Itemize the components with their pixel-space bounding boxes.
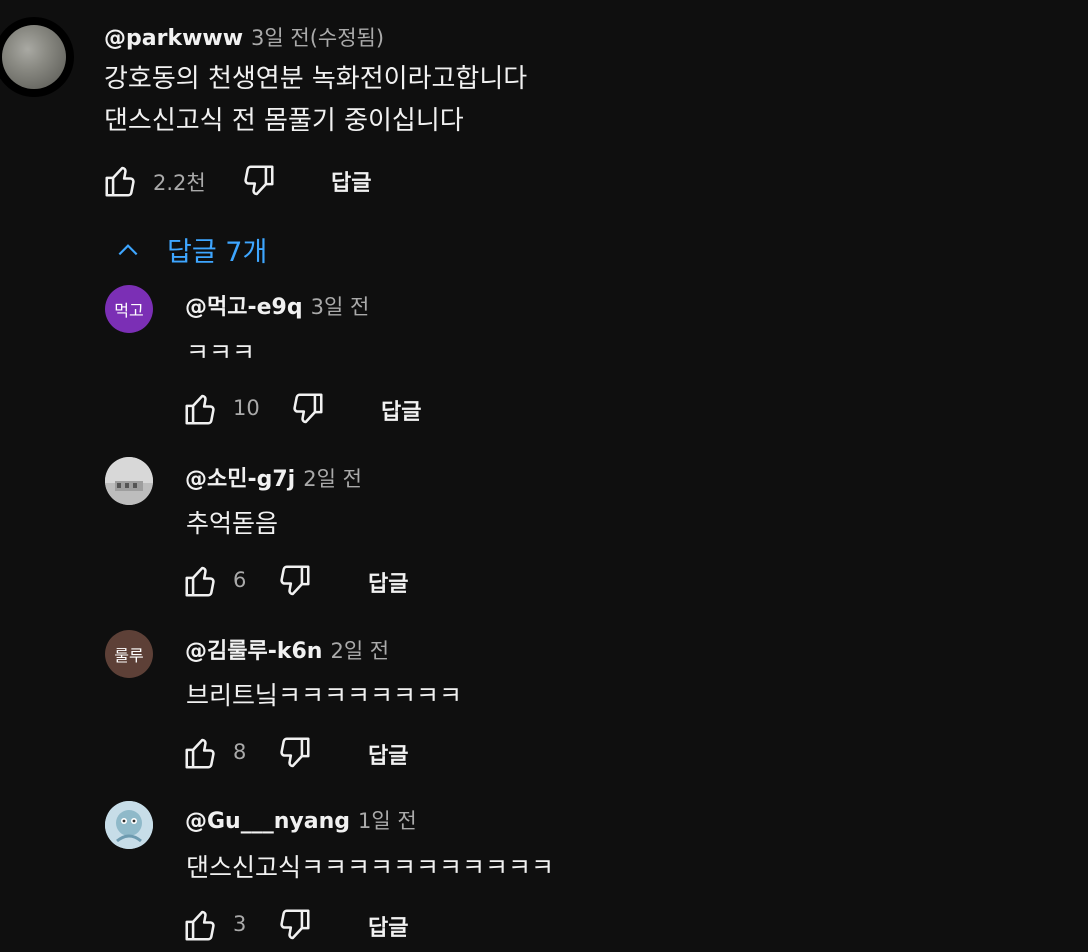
like-button[interactable] — [180, 904, 222, 946]
reply-button[interactable]: 답글 — [331, 165, 371, 197]
comment-text: 브리트닠ㅋㅋㅋㅋㅋㅋㅋㅋ — [186, 681, 463, 710]
like-count: 10 — [233, 396, 260, 420]
avatar[interactable] — [105, 457, 153, 505]
thumbs-down-icon — [280, 565, 310, 596]
like-count: 8 — [233, 740, 247, 764]
dislike-button[interactable] — [237, 160, 279, 202]
thumbs-down-icon — [280, 909, 310, 940]
like-button[interactable] — [180, 388, 222, 430]
thumbs-down-icon — [280, 737, 310, 768]
dislike-button[interactable] — [286, 388, 328, 430]
like-count: 2.2천 — [153, 171, 206, 195]
thumbs-down-icon — [244, 165, 274, 196]
chevron-up-icon — [118, 243, 138, 255]
author-name[interactable]: @Gu___nyang — [185, 809, 350, 834]
comment-header: @Gu___nyang 1일 전 — [185, 805, 417, 835]
comment-header: @소민-g7j 2일 전 — [185, 461, 362, 493]
like-count: 6 — [233, 568, 247, 592]
cartoon-avatar — [105, 801, 153, 849]
replies-count-label: 답글 7개 — [167, 237, 268, 268]
thumbs-down-icon — [293, 393, 323, 424]
avatar-initials: 룰루 — [114, 646, 144, 665]
author-name[interactable]: @김룰루-k6n — [185, 639, 322, 664]
like-button[interactable] — [180, 560, 222, 602]
replies-toggle[interactable]: 답글 7개 — [115, 230, 267, 269]
timestamp[interactable]: 2일 전 — [303, 467, 362, 491]
thumbs-up-icon — [185, 738, 215, 769]
comment-body: 강호동의 천생연분 녹화전이라고합니다 댄스신고식 전 몸풀기 중이십니다 — [104, 58, 527, 142]
dislike-button[interactable] — [273, 904, 315, 946]
dislike-button[interactable] — [273, 560, 315, 602]
avatar[interactable] — [105, 801, 153, 849]
timestamp[interactable]: 1일 전 — [358, 809, 417, 833]
like-button[interactable] — [100, 160, 142, 202]
comment-header: @먹고-e9q 3일 전 — [185, 289, 369, 321]
building-photo-avatar — [105, 457, 153, 505]
reply-button[interactable]: 답글 — [368, 738, 408, 770]
avatar-initials: 먹고 — [114, 301, 144, 320]
author-name[interactable]: @먹고-e9q — [185, 295, 303, 320]
comment-header: @parkwww 3일 전(수정됨) — [104, 22, 384, 52]
timestamp[interactable]: 2일 전 — [330, 639, 389, 663]
avatar[interactable] — [0, 17, 74, 97]
timestamp[interactable]: 3일 전(수정됨) — [251, 26, 384, 50]
thumbs-up-icon — [105, 166, 135, 197]
like-count: 3 — [233, 912, 247, 936]
comment-text: 댄스신고식ㅋㅋㅋㅋㅋㅋㅋㅋㅋㅋㅋ — [186, 853, 555, 882]
comment-line: 댄스신고식 전 몸풀기 중이십니다 — [104, 106, 464, 136]
like-button[interactable] — [180, 732, 222, 774]
dislike-button[interactable] — [273, 732, 315, 774]
reply-button[interactable]: 답글 — [381, 394, 421, 426]
reply-button[interactable]: 답글 — [368, 910, 408, 942]
author-name[interactable]: @parkwww — [104, 26, 243, 51]
comment-text: ㅋㅋㅋ — [186, 338, 256, 367]
avatar[interactable]: 먹고 — [105, 285, 153, 333]
reply-button[interactable]: 답글 — [368, 566, 408, 598]
comment-header: @김룰루-k6n 2일 전 — [185, 633, 389, 665]
thumbs-up-icon — [185, 910, 215, 941]
moon-avatar — [2, 25, 66, 89]
comment-line: 강호동의 천생연분 녹화전이라고합니다 — [104, 64, 528, 94]
thumbs-up-icon — [185, 394, 215, 425]
author-name[interactable]: @소민-g7j — [185, 467, 295, 492]
timestamp[interactable]: 3일 전 — [311, 295, 370, 319]
avatar[interactable]: 룰루 — [105, 630, 153, 678]
thumbs-up-icon — [185, 566, 215, 597]
comment-text: 추억돋음 — [186, 509, 279, 538]
